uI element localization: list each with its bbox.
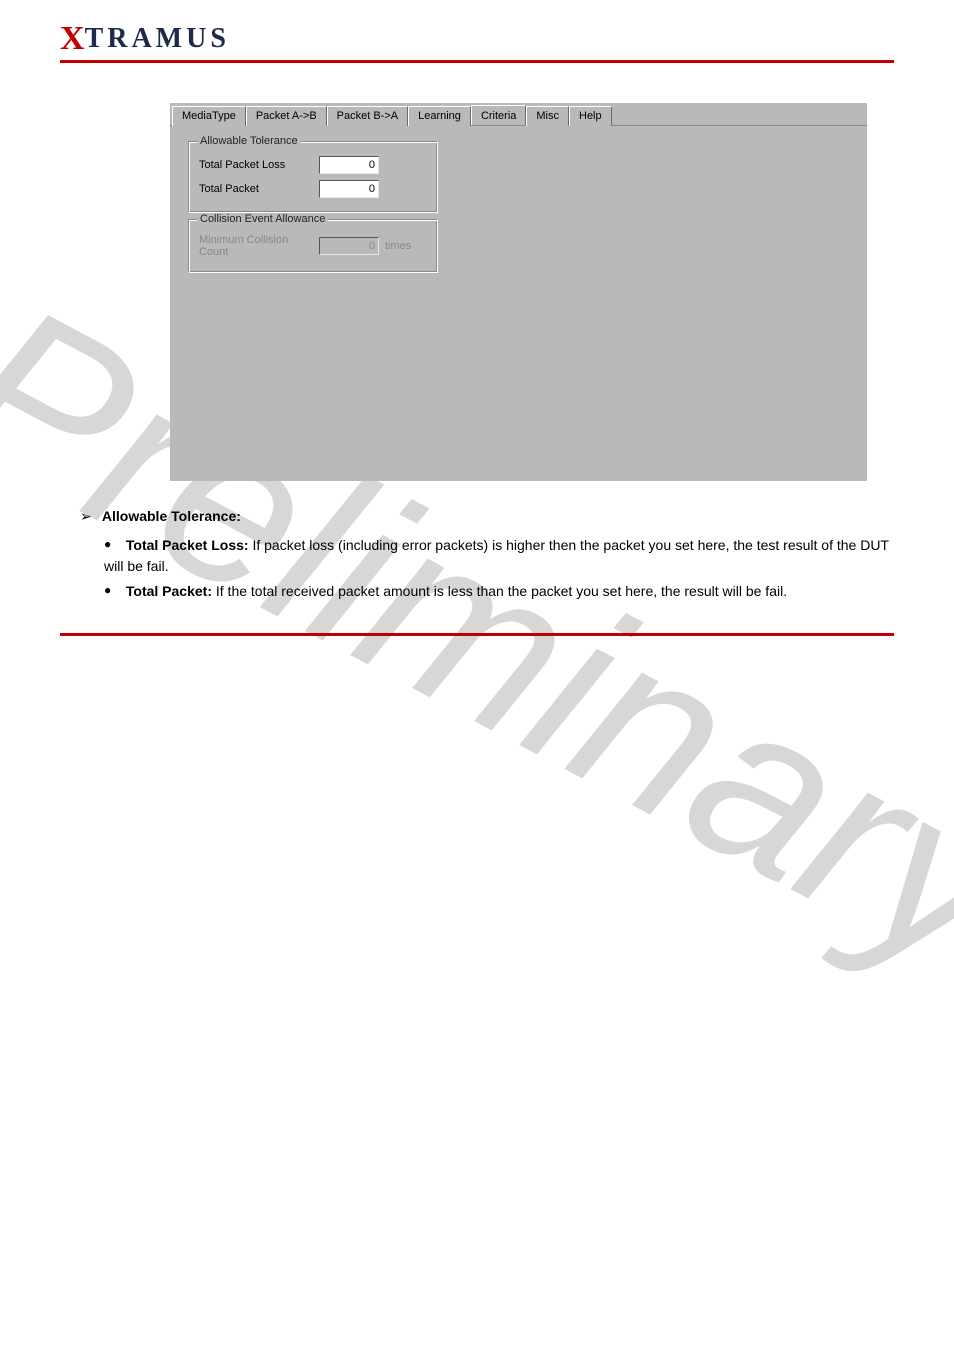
tab-misc[interactable]: Misc (526, 106, 569, 126)
label-min-collision: Minimum Collision Count (199, 234, 319, 258)
logo: XTRAMUS (60, 20, 894, 58)
footer-divider (60, 633, 894, 636)
header-divider (60, 60, 894, 63)
tab-mediatype[interactable]: MediaType (172, 106, 246, 126)
footer (60, 633, 894, 636)
item-total-packet: ● Total Packet: If the total received pa… (104, 581, 894, 602)
item-allowable-tolerance: ➢ Allowable Tolerance: (80, 506, 894, 527)
logo-x: X (60, 20, 85, 57)
body-text: ➢ Allowable Tolerance: ● Total Packet Lo… (80, 506, 894, 602)
input-total-packet[interactable] (319, 180, 379, 198)
tab-packet-ab[interactable]: Packet A->B (246, 106, 327, 126)
text-tp-body: If the total received packet amount is l… (212, 583, 787, 599)
label-total-packet-loss: Total Packet Loss (199, 159, 319, 171)
label-total-packet: Total Packet (199, 183, 319, 195)
tab-strip: MediaType Packet A->B Packet B->A Learni… (170, 103, 867, 126)
text-tp-head: Total Packet: (126, 583, 212, 599)
bullet-icon: ● (104, 581, 122, 599)
logo-text: TRAMUS (85, 23, 230, 54)
tab-learning[interactable]: Learning (408, 106, 471, 126)
group-collision-event: Collision Event Allowance Minimum Collis… (188, 219, 438, 273)
tab-help[interactable]: Help (569, 106, 612, 126)
criteria-panel: MediaType Packet A->B Packet B->A Learni… (170, 103, 867, 481)
text-tpl-head: Total Packet Loss: (126, 537, 249, 553)
row-total-packet: Total Packet (199, 180, 427, 198)
item-total-packet-loss: ● Total Packet Loss: If packet loss (inc… (104, 535, 894, 577)
tab-packet-ba[interactable]: Packet B->A (327, 106, 408, 126)
group-allowable-legend: Allowable Tolerance (197, 135, 301, 147)
group-allowable-tolerance: Allowable Tolerance Total Packet Loss To… (188, 141, 438, 213)
tab-criteria-body: Allowable Tolerance Total Packet Loss To… (170, 126, 867, 481)
bullet-icon: ● (104, 535, 122, 553)
input-min-collision (319, 237, 379, 255)
input-total-packet-loss[interactable] (319, 156, 379, 174)
row-total-packet-loss: Total Packet Loss (199, 156, 427, 174)
group-collision-legend: Collision Event Allowance (197, 213, 328, 225)
unit-times: times (385, 240, 411, 252)
arrow-icon: ➢ (80, 506, 98, 527)
tab-criteria[interactable]: Criteria (471, 105, 526, 125)
row-min-collision: Minimum Collision Count times (199, 234, 427, 258)
text-allowable-head: Allowable Tolerance: (102, 508, 241, 524)
